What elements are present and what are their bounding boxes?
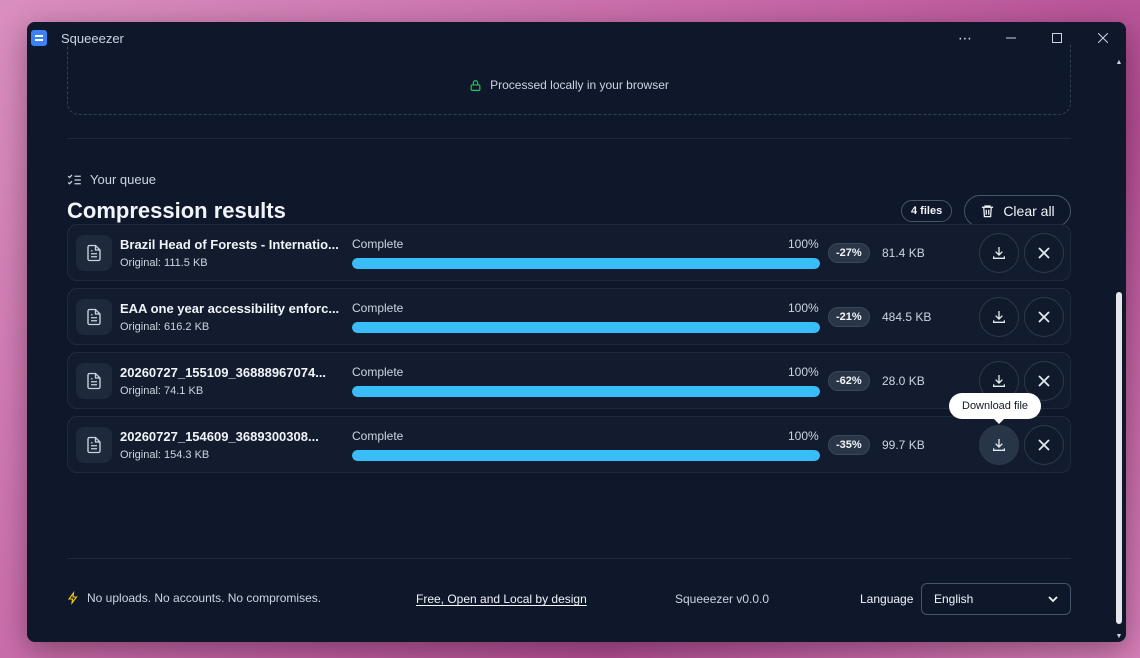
close-window-button[interactable]: [1080, 22, 1126, 54]
download-tooltip: Download file: [949, 393, 1042, 424]
compressed-size: 81.4 KB: [882, 246, 925, 260]
privacy-note: Processed locally in your browser: [490, 78, 669, 92]
language-label: Language: [860, 592, 914, 606]
remove-button[interactable]: [1024, 425, 1064, 465]
app-window: Squeeezer ⋯ Processed locally in your br…: [27, 22, 1126, 642]
queue-label: Your queue: [67, 172, 156, 187]
reduction-badge: -27%: [828, 243, 870, 263]
original-size: Original: 154.3 KB: [120, 449, 210, 461]
app-version: Squeeezer v0.0.0: [675, 592, 770, 606]
progress-bar: [352, 450, 820, 461]
scrollbar[interactable]: ▲ ▼: [1115, 58, 1123, 640]
file-row: EAA one year accessibility enforc... Ori…: [67, 288, 1071, 345]
status-text: Complete: [352, 301, 404, 315]
progress-fill: [352, 386, 820, 397]
remove-button[interactable]: [1024, 233, 1064, 273]
reduction-badge: -21%: [828, 307, 870, 327]
scroll-up-arrow[interactable]: ▲: [1115, 58, 1123, 66]
compressed-size: 484.5 KB: [882, 310, 932, 324]
download-icon: [991, 245, 1007, 261]
progress-bar: [352, 258, 820, 269]
compressed-size: 28.0 KB: [882, 374, 925, 388]
progress-percent: 100%: [788, 301, 819, 315]
scroll-down-arrow[interactable]: ▼: [1115, 632, 1123, 640]
progress-percent: 100%: [788, 365, 819, 379]
status-text: Complete: [352, 365, 404, 379]
close-icon: [1038, 439, 1050, 451]
drop-zone[interactable]: Processed locally in your browser: [67, 44, 1071, 115]
reduction-badge: -35%: [828, 435, 870, 455]
progress-percent: 100%: [788, 429, 819, 443]
language-select[interactable]: English: [921, 583, 1071, 615]
original-size: Original: 616.2 KB: [120, 321, 210, 333]
progress-bar: [352, 386, 820, 397]
close-icon: [1038, 311, 1050, 323]
download-button[interactable]: [979, 297, 1019, 337]
chevron-down-icon: [1048, 595, 1058, 602]
file-row: 20260727_155109_36888967074... Original:…: [67, 352, 1071, 409]
download-button[interactable]: [979, 425, 1019, 465]
file-name: 20260727_155109_36888967074...: [120, 365, 327, 380]
progress-fill: [352, 450, 820, 461]
file-row: 20260727_154609_3689300308... Original: …: [67, 416, 1071, 473]
footer-tagline: No uploads. No accounts. No compromises.: [67, 591, 321, 605]
progress-bar: [352, 322, 820, 333]
checklist-icon: [67, 174, 81, 185]
file-icon: [76, 299, 112, 335]
file-icon: [76, 427, 112, 463]
file-row: Brazil Head of Forests - Internatio... O…: [67, 224, 1071, 281]
app-logo-icon: [31, 30, 47, 46]
close-icon: [1098, 33, 1108, 43]
remove-button[interactable]: [1024, 297, 1064, 337]
bolt-icon: [67, 591, 79, 605]
maximize-icon: [1052, 33, 1062, 43]
file-icon: [76, 235, 112, 271]
minimize-icon: [1006, 37, 1016, 39]
status-text: Complete: [352, 429, 404, 443]
download-icon: [991, 373, 1007, 389]
original-size: Original: 111.5 KB: [120, 257, 208, 269]
design-link[interactable]: Free, Open and Local by design: [416, 592, 587, 606]
download-icon: [991, 437, 1007, 453]
status-text: Complete: [352, 237, 404, 251]
progress-fill: [352, 258, 820, 269]
trash-icon: [982, 205, 994, 218]
lock-icon: [469, 79, 482, 92]
reduction-badge: -62%: [828, 371, 870, 391]
download-button[interactable]: [979, 233, 1019, 273]
progress-percent: 100%: [788, 237, 819, 251]
original-size: Original: 74.1 KB: [120, 385, 204, 397]
footer-divider: [67, 558, 1071, 559]
download-icon: [991, 309, 1007, 325]
compressed-size: 99.7 KB: [882, 438, 925, 452]
progress-fill: [352, 322, 820, 333]
scroll-thumb[interactable]: [1116, 292, 1122, 624]
page-title: Compression results: [67, 198, 286, 223]
file-name: Brazil Head of Forests - Internatio...: [120, 237, 339, 252]
divider: [67, 138, 1071, 139]
clear-all-button[interactable]: Clear all: [964, 195, 1071, 227]
file-count-badge: 4 files: [901, 200, 953, 222]
close-icon: [1038, 247, 1050, 259]
close-icon: [1038, 375, 1050, 387]
main-content: Processed locally in your browser Your q…: [27, 44, 1111, 642]
file-icon: [76, 363, 112, 399]
file-name: 20260727_154609_3689300308...: [120, 429, 319, 444]
file-name: EAA one year accessibility enforc...: [120, 301, 340, 316]
